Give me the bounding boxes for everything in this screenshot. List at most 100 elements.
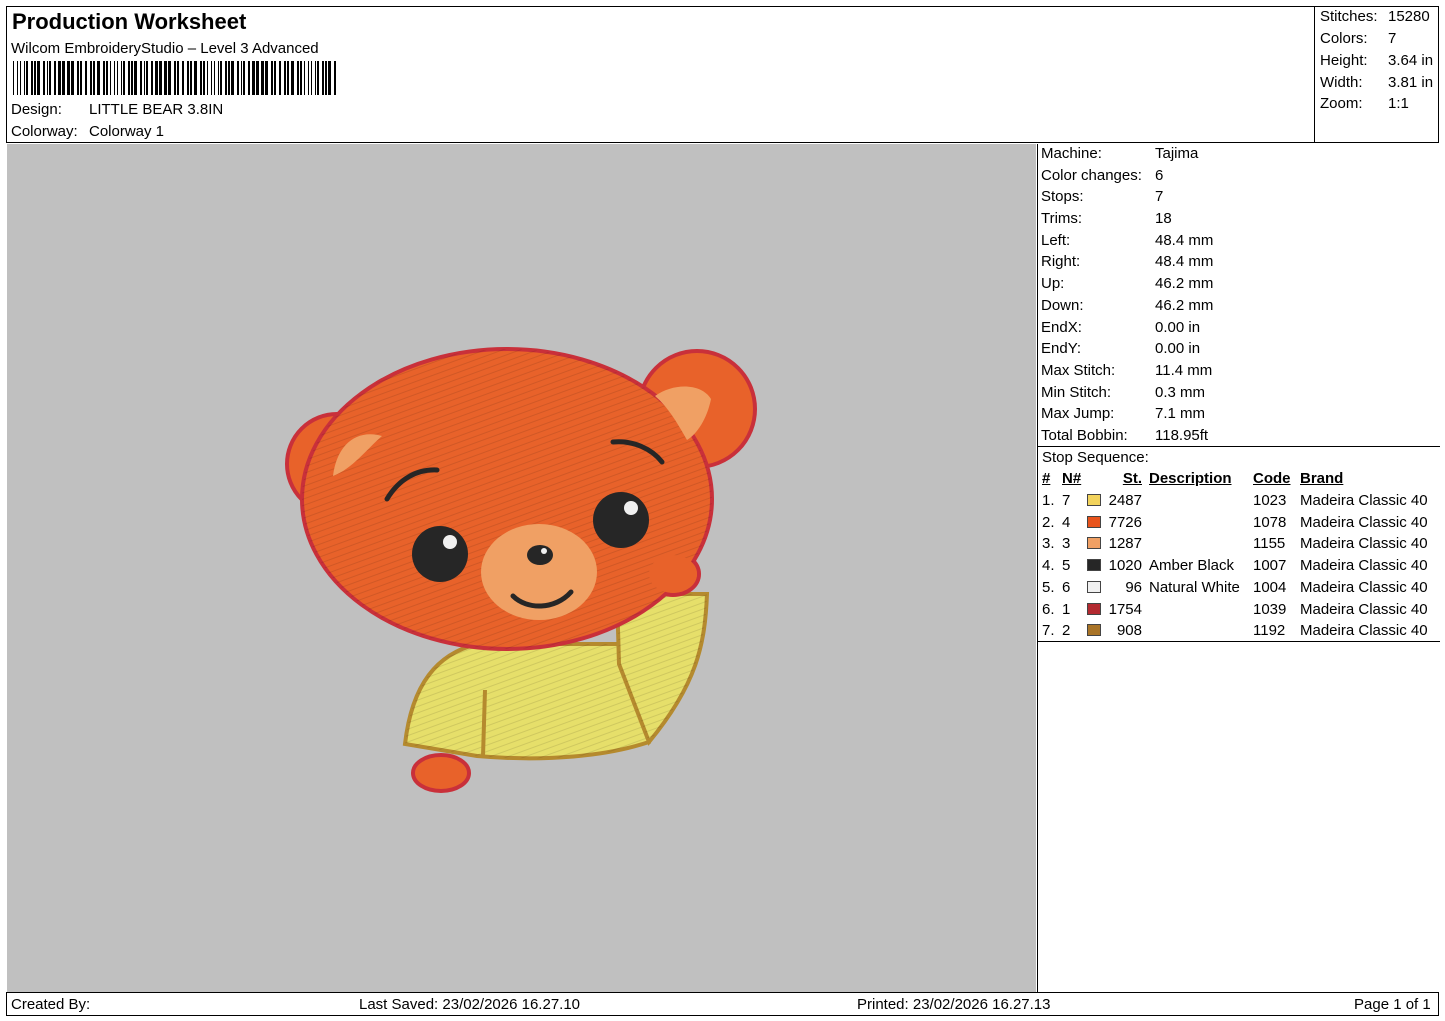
row-code: 1078 (1253, 513, 1287, 531)
machine-info-row: Left: 48.4 mm (1041, 231, 1439, 253)
colorway-value: Colorway 1 (89, 123, 165, 140)
machine-info-row: Stops: 7 (1041, 187, 1439, 209)
machine-info-row: Max Stitch: 11.4 mm (1041, 361, 1439, 383)
info-label: Min Stitch: (1041, 383, 1112, 401)
barcode (13, 61, 336, 95)
last-saved: Last Saved: 23/02/2026 16.27.10 (359, 996, 581, 1013)
col-index: # (1042, 470, 1051, 487)
stop-sequence-row: 5. 6 96 Natural White 1004 Madeira Classic 40 (1042, 578, 1438, 600)
row-stitches: 96 (1125, 578, 1142, 596)
info-value: 0.00 in (1155, 318, 1201, 336)
info-value: 46.2 mm (1155, 275, 1214, 293)
info-label: Down: (1041, 296, 1084, 314)
col-needle: N# (1062, 470, 1082, 487)
info-label: Stops: (1041, 188, 1084, 206)
zoom-value: 1:1 (1388, 95, 1409, 112)
row-needle: 7 (1062, 492, 1071, 509)
col-code: Code (1253, 470, 1291, 487)
design-value: LITTLE BEAR 3.8IN (89, 101, 224, 118)
design-preview (7, 144, 1036, 992)
stop-sequence-row: 1. 7 2487 1023 Madeira Classic 40 (1042, 491, 1438, 513)
software-name: Wilcom EmbroideryStudio – Level 3 Advanc… (11, 40, 319, 57)
machine-info-row: Color changes: 6 (1041, 166, 1439, 188)
color-swatch (1087, 559, 1101, 572)
row-code: 1007 (1253, 557, 1287, 575)
row-needle: 1 (1062, 600, 1071, 618)
stop-sequence-row: 7. 2 908 1192 Madeira Classic 40 (1042, 621, 1438, 643)
stop-sequence-header: # N# St. Description Code Brand (1042, 469, 1438, 491)
stop-sequence-row: 3. 3 1287 1155 Madeira Classic 40 (1042, 534, 1438, 556)
zoom-label: Zoom: (1320, 95, 1363, 112)
info-value: 7.1 mm (1155, 405, 1206, 423)
info-value: 0.3 mm (1155, 383, 1206, 401)
colors-value: 7 (1388, 30, 1397, 47)
design-label: Design: (11, 101, 62, 118)
info-value: 11.4 mm (1155, 361, 1213, 379)
row-code: 1155 (1253, 535, 1286, 553)
stop-sequence-row: 2. 4 7726 1078 Madeira Classic 40 (1042, 513, 1438, 535)
info-label: Machine: (1041, 145, 1102, 162)
row-index: 7. (1042, 622, 1055, 640)
col-description: Description (1149, 470, 1232, 487)
info-label: Max Jump: (1041, 405, 1115, 423)
row-stitches: 1020 (1108, 557, 1142, 575)
col-stitches: St. (1122, 470, 1142, 487)
machine-info-table: Machine: Tajima Color changes: 6 Stops: 7 T… (1041, 144, 1439, 448)
printed-date: Printed: 23/02/2026 16.27.13 (857, 996, 1051, 1013)
row-needle: 2 (1062, 622, 1071, 640)
stop-sequence-row: 6. 1 1754 1039 Madeira Classic 40 (1042, 600, 1438, 622)
info-value: 6 (1155, 166, 1164, 184)
color-swatch (1087, 515, 1101, 528)
color-swatch (1087, 580, 1101, 593)
stitches-label: Stitches: (1320, 8, 1378, 25)
info-label: Trims: (1041, 210, 1083, 228)
row-code: 1004 (1253, 578, 1287, 596)
machine-info-row: Max Jump: 7.1 mm (1041, 404, 1439, 426)
design-info-panel: Machine: Tajima Color changes: 6 Stops: 7 T… (1037, 144, 1440, 992)
row-needle: 3 (1062, 535, 1071, 553)
worksheet-header: Production Worksheet Wilcom EmbroiderySt… (6, 6, 1439, 143)
row-description: Amber Black (1149, 557, 1235, 575)
machine-info-row: Trims: 18 (1041, 209, 1439, 231)
color-swatch (1087, 537, 1101, 550)
info-value: 48.4 mm (1155, 253, 1214, 271)
info-label: Right: (1041, 253, 1081, 271)
row-index: 6. (1042, 600, 1055, 618)
bear-embroidery-illustration (285, 347, 757, 793)
machine-info-row: Right: 48.4 mm (1041, 252, 1439, 274)
row-brand: Madeira Classic 40 (1300, 578, 1428, 596)
machine-info-row: Machine: Tajima (1041, 144, 1439, 166)
row-brand: Madeira Classic 40 (1300, 622, 1428, 640)
row-index: 2. (1042, 513, 1055, 531)
info-value: 0.00 in (1155, 340, 1201, 358)
width-label: Width: (1320, 74, 1363, 91)
machine-info-row: Min Stitch: 0.3 mm (1041, 383, 1439, 405)
divider (1038, 446, 1440, 447)
row-code: 1039 (1253, 600, 1287, 618)
info-value: 7 (1155, 188, 1164, 206)
height-value: 3.64 in (1388, 52, 1434, 69)
color-swatch (1087, 494, 1101, 506)
row-brand: Madeira Classic 40 (1300, 535, 1428, 553)
info-value: Tajima (1155, 145, 1199, 162)
stitches-value: 15280 (1388, 8, 1430, 25)
color-swatch (1087, 624, 1101, 637)
row-stitches: 7726 (1108, 513, 1142, 531)
info-label: EndY: (1041, 340, 1082, 358)
row-index: 3. (1042, 535, 1055, 553)
row-needle: 5 (1062, 557, 1071, 575)
info-label: EndX: (1041, 318, 1082, 336)
worksheet-footer: Created By: Last Saved: 23/02/2026 16.27… (6, 992, 1439, 1016)
colorway-label: Colorway: (11, 123, 78, 140)
row-stitches: 1754 (1108, 600, 1142, 618)
info-label: Max Stitch: (1041, 361, 1116, 379)
row-stitches: 908 (1116, 622, 1142, 640)
row-index: 1. (1042, 492, 1055, 509)
machine-info-row: EndX: 0.00 in (1041, 318, 1439, 340)
info-value: 48.4 mm (1155, 231, 1214, 249)
page-number: Page 1 of 1 (1354, 996, 1431, 1013)
machine-info-row: Up: 46.2 mm (1041, 274, 1439, 296)
machine-info-row: EndY: 0.00 in (1041, 339, 1439, 361)
row-stitches: 2487 (1108, 492, 1142, 509)
info-label: Color changes: (1041, 166, 1142, 184)
